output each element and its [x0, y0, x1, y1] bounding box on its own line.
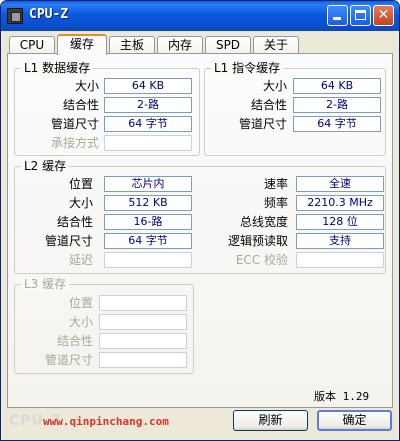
- l1-data-policy-label: 承接方式: [50, 136, 99, 150]
- l2-latency-value: [104, 252, 192, 268]
- tab-about[interactable]: 关于: [253, 36, 299, 54]
- site-url: www.qinpinchang.com: [43, 415, 169, 428]
- tab-memory[interactable]: 内存: [157, 36, 203, 54]
- l1-inst-group: L1 指令缓存 大小 64 KB 结合性 2-路 管道尺寸 64 字节: [204, 61, 386, 156]
- l2-location-label: 位置: [68, 177, 93, 191]
- l1-data-assoc-value: 2-路: [104, 97, 192, 113]
- maximize-icon: [355, 10, 366, 20]
- l1-inst-size-label: 大小: [262, 79, 287, 93]
- l1-inst-line-value: 64 字节: [293, 116, 381, 132]
- l1-data-group: L1 数据缓存 大小 64 KB 结合性 2-路 管道尺寸 64 字节 承接方式: [14, 61, 200, 156]
- title-bar[interactable]: CPU-Z ✕: [1, 1, 399, 31]
- l2-ecc-label: ECC 校验: [235, 253, 288, 267]
- l3-size-label: 大小: [68, 315, 93, 329]
- l2-size-label: 大小: [68, 196, 93, 210]
- l2-assoc-label: 结合性: [56, 215, 93, 229]
- l2-latency-label: 延迟: [68, 253, 93, 267]
- cache-tab-panel: L1 数据缓存 大小 64 KB 结合性 2-路 管道尺寸 64 字节 承接方式…: [7, 53, 393, 408]
- maximize-button[interactable]: [350, 5, 371, 26]
- l2-speed-label: 速率: [263, 177, 288, 191]
- ok-button[interactable]: 确定: [317, 410, 392, 431]
- refresh-button[interactable]: 刷新: [233, 410, 308, 431]
- l2-line-value: 64 字节: [104, 233, 192, 249]
- l2-line-label: 管道尺寸: [44, 234, 93, 248]
- close-button[interactable]: ✕: [373, 5, 394, 26]
- l1-data-size-value: 64 KB: [104, 78, 192, 94]
- l1-data-assoc-label: 结合性: [62, 98, 99, 112]
- l1-data-size-label: 大小: [74, 79, 99, 93]
- l2-size-value: 512 KB: [104, 195, 192, 211]
- minimize-button[interactable]: [327, 5, 348, 26]
- l3-location-value: [99, 295, 187, 311]
- l1-inst-size-value: 64 KB: [293, 78, 381, 94]
- close-icon: ✕: [377, 7, 390, 23]
- version-label: 版本 1.29: [314, 390, 370, 403]
- tab-cpu[interactable]: CPU: [9, 36, 55, 54]
- window-title: CPU-Z: [29, 7, 69, 22]
- l3-size-value: [99, 314, 187, 330]
- l2-group: L2 缓存 位置 芯片内 大小 512 KB 结合性 16-路 管道尺寸 64 …: [14, 159, 386, 274]
- l2-speed-value: 全速: [296, 176, 384, 192]
- l1-data-line-value: 64 字节: [104, 116, 192, 132]
- l2-title: L2 缓存: [21, 159, 70, 173]
- l2-prefetch-value: 支持: [296, 233, 384, 249]
- l1-inst-assoc-label: 结合性: [250, 98, 287, 112]
- cpuz-window: CPU-Z ✕ CPU 缓存 主板 内存 SPD 关于 L1 数据缓存 大小 6…: [0, 0, 400, 441]
- l2-freq-label: 频率: [263, 196, 288, 210]
- cpu-chip-icon: [7, 8, 23, 24]
- l3-assoc-label: 结合性: [56, 334, 93, 348]
- l2-buswidth-value: 128 位: [296, 214, 384, 230]
- l2-ecc-value: [296, 252, 384, 268]
- l1-inst-line-label: 管道尺寸: [238, 117, 287, 131]
- l3-line-label: 管道尺寸: [44, 353, 93, 367]
- l2-location-value: 芯片内: [104, 176, 192, 192]
- tab-mainboard[interactable]: 主板: [109, 36, 155, 54]
- l2-buswidth-label: 总线宽度: [239, 215, 288, 229]
- tab-cache[interactable]: 缓存: [57, 34, 107, 55]
- l3-line-value: [99, 352, 187, 368]
- minimize-icon: [333, 17, 341, 20]
- l2-assoc-value: 16-路: [104, 214, 192, 230]
- l2-freq-value: 2210.3 MHz: [296, 195, 384, 211]
- l1-data-title: L1 数据缓存: [21, 61, 94, 75]
- l1-data-line-label: 管道尺寸: [50, 117, 99, 131]
- tab-spd[interactable]: SPD: [205, 36, 251, 54]
- l1-data-policy-value: [104, 135, 192, 151]
- l3-assoc-value: [99, 333, 187, 349]
- l3-group: L3 缓存 位置 大小 结合性 管道尺寸: [14, 277, 194, 374]
- l1-inst-title: L1 指令缓存: [211, 61, 284, 75]
- l1-inst-assoc-value: 2-路: [293, 97, 381, 113]
- l3-title: L3 缓存: [21, 277, 70, 291]
- l3-location-label: 位置: [68, 296, 93, 310]
- l2-prefetch-label: 逻辑预读取: [227, 234, 288, 248]
